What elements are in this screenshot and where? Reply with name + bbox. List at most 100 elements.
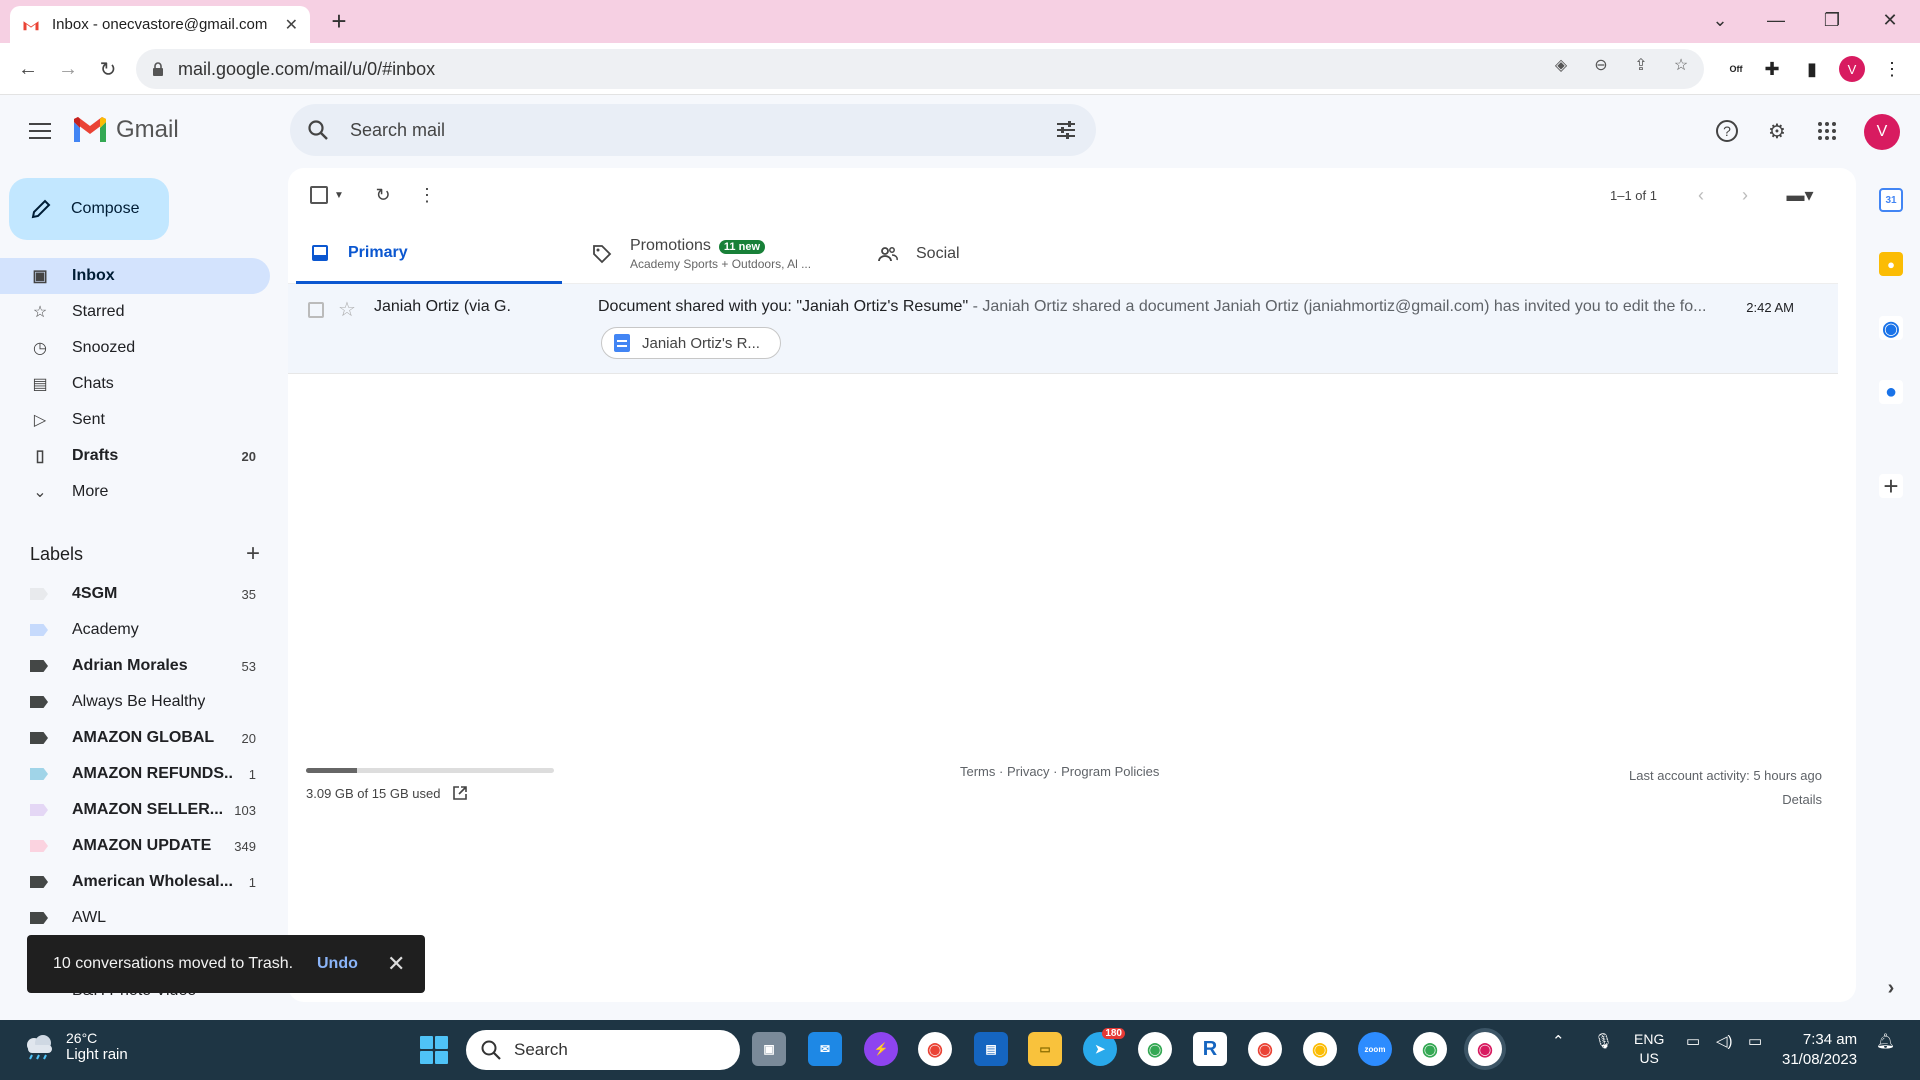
newer-page-icon[interactable]: ‹ — [1690, 184, 1712, 206]
tasks-icon[interactable]: ◉ — [1879, 316, 1903, 340]
nav-item-inbox[interactable]: ▣ Inbox — [0, 258, 270, 294]
chrome-profile-icon[interactable]: ◉ — [1138, 1032, 1172, 1066]
older-page-icon[interactable]: › — [1734, 184, 1756, 206]
network-icon[interactable]: ▭ — [1686, 1032, 1700, 1050]
add-addon-icon[interactable]: + — [1879, 471, 1903, 501]
contacts-icon[interactable]: ● — [1879, 380, 1903, 404]
keep-icon[interactable]: ● — [1879, 252, 1903, 276]
weather-widget[interactable]: 26°C Light rain — [22, 1030, 128, 1063]
chrome-active-icon[interactable]: ◉ — [1468, 1032, 1502, 1066]
nav-item-starred[interactable]: ☆ Starred — [0, 294, 270, 330]
footer-links[interactable]: Terms · Privacy · Program Policies — [960, 764, 1159, 779]
show-hidden-icons-icon[interactable]: ⌃ — [1552, 1032, 1565, 1050]
search-icon[interactable] — [306, 118, 330, 142]
minimize-button[interactable]: — — [1756, 6, 1796, 34]
attachment-chip[interactable]: Janiah Ortiz's R... — [601, 327, 781, 359]
label-item[interactable]: AMAZON REFUNDS... 1 — [0, 756, 270, 792]
select-all-checkbox[interactable]: ▼ — [310, 186, 344, 204]
bookmark-star-icon[interactable]: ☆ — [1669, 53, 1693, 77]
chevron-right-icon[interactable]: › — [1879, 976, 1903, 1000]
side-panel-icon[interactable]: ▮ — [1798, 55, 1826, 83]
nav-label: Chats — [72, 375, 114, 392]
extension-off-icon[interactable]: Off — [1722, 55, 1750, 83]
nav-item-chats[interactable]: ▤ Chats — [0, 366, 270, 402]
help-icon[interactable]: ? — [1712, 116, 1742, 146]
chrome-profile-icon[interactable]: ◉ — [1248, 1032, 1282, 1066]
nav-item-drafts[interactable]: ▯ Drafts 20 — [0, 438, 270, 474]
label-item[interactable]: Adrian Morales 53 — [0, 648, 270, 684]
label-item[interactable]: Academy — [0, 612, 270, 648]
details-link[interactable]: Details — [1629, 788, 1822, 812]
row-checkbox[interactable] — [308, 302, 324, 318]
label-item[interactable]: 4SGM 35 — [0, 576, 270, 612]
forward-button[interactable]: → — [54, 55, 82, 83]
label-item[interactable]: American Wholesal... 1 — [0, 864, 270, 900]
chrome-profile-icon[interactable]: ◉ — [1303, 1032, 1337, 1066]
tab-primary[interactable]: Primary — [296, 224, 562, 284]
system-clock[interactable]: 7:34 am 31/08/2023 — [1782, 1030, 1857, 1070]
reload-button[interactable]: ↻ — [94, 55, 122, 83]
microphone-icon[interactable]: 🎙︎ — [1594, 1032, 1613, 1050]
zoom-icon[interactable]: ⊖ — [1589, 53, 1613, 77]
account-avatar[interactable]: V — [1864, 114, 1900, 150]
label-tag-icon — [30, 840, 48, 852]
zoom-app-icon[interactable]: zoom — [1358, 1032, 1392, 1066]
nav-item-more[interactable]: ⌄ More — [0, 474, 270, 510]
calendar-icon[interactable]: 31 — [1879, 188, 1903, 212]
add-label-icon[interactable]: + — [246, 540, 260, 568]
mail-app-icon[interactable]: ✉ — [808, 1032, 842, 1066]
file-explorer-icon[interactable]: ▭ — [1028, 1032, 1062, 1066]
tab-promotions[interactable]: Promotions 11 new Academy Sports + Outdoo… — [578, 224, 848, 284]
tab-social[interactable]: Social — [864, 224, 1134, 284]
main-menu-icon[interactable] — [26, 118, 54, 146]
refresh-icon[interactable]: ↻ — [372, 184, 394, 206]
settings-gear-icon[interactable]: ⚙ — [1762, 116, 1792, 146]
open-external-icon[interactable] — [452, 785, 468, 801]
label-item[interactable]: Always Be Healthy — [0, 684, 270, 720]
email-row[interactable]: ☆ Janiah Ortiz (via G. Document shared w… — [288, 284, 1838, 374]
install-app-icon[interactable]: ◈ — [1549, 53, 1573, 77]
close-window-button[interactable]: ✕ — [1870, 6, 1910, 34]
remote-desktop-icon[interactable]: R — [1193, 1032, 1227, 1066]
nav-item-sent[interactable]: ▷ Sent — [0, 402, 270, 438]
taskbar-search[interactable]: Search — [466, 1030, 740, 1070]
search-input[interactable]: Search mail — [350, 120, 445, 141]
chrome-profile-icon[interactable]: ◉ — [1413, 1032, 1447, 1066]
compose-button[interactable]: Compose — [9, 178, 169, 240]
search-mail-bar[interactable]: Search mail — [290, 104, 1096, 156]
back-button[interactable]: ← — [14, 55, 42, 83]
notifications-icon[interactable]: 🔔︎ — [1876, 1032, 1895, 1050]
chrome-icon[interactable]: ◉ — [918, 1032, 952, 1066]
chrome-menu-icon[interactable]: ⋮ — [1878, 55, 1906, 83]
label-item[interactable]: AWL — [0, 900, 270, 936]
volume-icon[interactable]: ◁) — [1716, 1032, 1733, 1050]
address-bar[interactable]: mail.google.com/mail/u/0/#inbox — [136, 49, 1704, 89]
tab-search-chevron-icon[interactable]: ⌄ — [1700, 6, 1740, 34]
label-item[interactable]: AMAZON UPDATE 349 — [0, 828, 270, 864]
language-indicator[interactable]: ENG US — [1634, 1030, 1664, 1068]
share-icon[interactable]: ⇪ — [1629, 53, 1653, 77]
label-item[interactable]: AMAZON SELLER... 103 — [0, 792, 270, 828]
profile-button[interactable]: V — [1838, 55, 1866, 83]
notepad-icon[interactable]: ▤ — [974, 1032, 1008, 1066]
input-tools-icon[interactable]: ▬▾ — [1780, 184, 1820, 206]
windows-start-icon[interactable] — [420, 1036, 448, 1064]
label-item[interactable]: AMAZON GLOBAL 20 — [0, 720, 270, 756]
close-icon[interactable]: ✕ — [387, 951, 405, 977]
apps-grid-icon[interactable] — [1812, 116, 1842, 146]
star-icon[interactable]: ☆ — [338, 297, 356, 322]
nav-item-snoozed[interactable]: ◷ Snoozed — [0, 330, 270, 366]
undo-button[interactable]: Undo — [317, 955, 358, 973]
search-options-icon[interactable] — [1054, 118, 1078, 142]
extensions-puzzle-icon[interactable]: ✚ — [1758, 55, 1786, 83]
gmail-logo[interactable]: Gmail — [72, 116, 179, 144]
more-vert-icon[interactable]: ⋮ — [416, 184, 438, 206]
telegram-icon[interactable]: 180 ➤ — [1083, 1028, 1125, 1066]
battery-icon[interactable]: ▭ — [1748, 1032, 1762, 1050]
new-tab-button[interactable]: + — [325, 8, 353, 36]
task-view-icon[interactable]: ▣ — [752, 1032, 786, 1066]
messenger-icon[interactable]: ⚡ — [864, 1032, 898, 1066]
restore-button[interactable]: ❐ — [1812, 6, 1852, 34]
tab-close-icon[interactable]: ✕ — [285, 15, 298, 35]
browser-tab-inbox[interactable]: Inbox - onecvastore@gmail.com ✕ — [10, 6, 310, 43]
